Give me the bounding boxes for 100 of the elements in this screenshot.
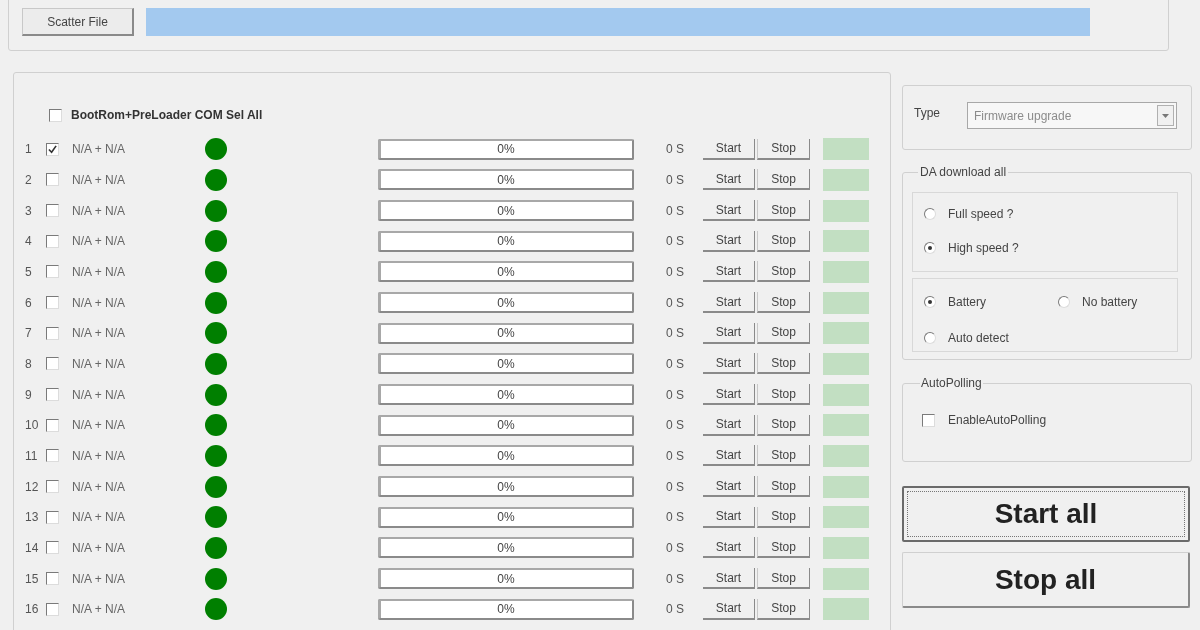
port-checkbox[interactable] [46,296,59,310]
scatter-path-field[interactable] [146,8,1090,36]
device-label: N/A + N/A [72,386,127,404]
start-button[interactable]: Start [703,230,755,252]
radio-label: Battery [948,294,986,311]
action-button[interactable]: Stop all [902,552,1190,608]
stop-button[interactable]: Stop [757,230,810,252]
status-box-icon [823,230,869,253]
progress-text: 0% [497,294,515,312]
stop-button[interactable]: Stop [757,322,810,344]
stop-button[interactable]: Stop [757,353,810,375]
port-checkbox[interactable] [46,388,59,402]
stop-button[interactable]: Stop [757,292,810,314]
start-button[interactable]: Start [703,537,755,559]
port-number: 15 [25,570,40,588]
port-checkbox[interactable] [46,357,59,371]
status-box-icon [823,138,869,161]
action-button[interactable]: Start all [902,486,1190,542]
status-box-icon [823,444,869,467]
progress-text: 0% [497,509,515,527]
start-button[interactable]: Start [703,414,755,436]
progress-text: 0% [497,233,515,251]
start-button[interactable]: Start [703,506,755,528]
stop-button[interactable]: Stop [757,537,810,559]
port-number: 13 [25,509,40,527]
port-checkbox[interactable] [46,326,59,340]
checkbox-label: EnableAutoPolling [948,412,1047,429]
device-label: N/A + N/A [72,447,127,465]
stop-button[interactable]: Stop [757,200,810,222]
select-all-checkbox[interactable] [49,108,62,122]
device-label: N/A + N/A [72,539,127,557]
stop-button[interactable]: Stop [757,138,810,160]
port-checkbox[interactable] [46,541,59,555]
start-button[interactable]: Start [703,200,755,222]
start-button[interactable]: Start [703,322,755,344]
elapsed-time: 0 S [666,202,685,220]
start-button[interactable]: Start [703,138,755,160]
port-checkbox[interactable] [46,265,59,279]
status-box-icon [823,414,869,437]
progress-text: 0% [497,478,515,496]
port-checkbox[interactable] [46,418,59,432]
radio-label: No battery [1082,294,1138,311]
status-box-icon [823,475,869,498]
radio-button[interactable] [924,208,936,220]
stop-button[interactable]: Stop [757,169,810,191]
radio-button[interactable] [1058,296,1070,308]
start-button[interactable]: Start [703,169,755,191]
port-number: 2 [25,172,33,189]
stop-button[interactable]: Stop [757,384,810,406]
device-label: N/A + N/A [72,325,127,343]
scatter-file-button[interactable]: Scatter File [22,8,134,36]
port-checkbox[interactable] [46,173,59,187]
port-checkbox[interactable] [46,234,59,248]
port-checkbox[interactable] [46,602,59,616]
stop-button[interactable]: Stop [757,598,810,620]
port-checkbox[interactable] [46,204,59,218]
device-label: N/A + N/A [72,141,127,159]
status-box-icon [823,199,869,222]
elapsed-time: 0 S [666,355,685,373]
device-label: N/A + N/A [72,417,127,435]
status-box-icon [823,567,869,590]
device-label: N/A + N/A [72,478,127,496]
group-title: DA download all [919,165,1008,179]
start-button[interactable]: Start [703,292,755,314]
elapsed-time: 0 S [666,478,685,496]
start-button[interactable]: Start [703,568,755,589]
select-all-label: BootRom+PreLoader COM Sel All [71,107,263,124]
device-label: N/A + N/A [72,172,127,189]
stop-button[interactable]: Stop [757,506,810,528]
stop-button[interactable]: Stop [757,414,810,436]
start-button[interactable]: Start [703,261,755,283]
port-number: 5 [25,263,33,281]
start-button[interactable]: Start [703,384,755,406]
start-button[interactable]: Start [703,353,755,375]
enable-checkbox[interactable] [922,413,935,427]
device-label: N/A + N/A [72,355,127,373]
port-number: 10 [25,417,40,435]
stop-button[interactable]: Stop [757,568,810,589]
port-checkbox[interactable] [46,510,59,524]
start-button[interactable]: Start [703,476,755,498]
type-label: Type [914,104,941,122]
port-checkbox[interactable] [46,480,59,494]
radio-button[interactable] [924,296,936,308]
progress-text: 0% [497,386,515,404]
device-label: N/A + N/A [72,509,127,527]
start-button[interactable]: Start [703,445,755,467]
radio-button[interactable] [924,332,936,344]
port-checkbox[interactable] [46,449,59,463]
stop-button[interactable]: Stop [757,476,810,498]
stop-button[interactable]: Stop [757,261,810,283]
radio-button[interactable] [924,242,936,254]
stop-button[interactable]: Stop [757,445,810,467]
elapsed-time: 0 S [666,539,685,557]
port-checkbox[interactable] [46,142,59,156]
status-box-icon [823,352,869,375]
radio-label: Auto detect [948,330,1009,347]
port-checkbox[interactable] [46,572,59,585]
start-button[interactable]: Start [703,598,755,620]
elapsed-time: 0 S [666,570,685,588]
progress-text: 0% [497,601,515,619]
